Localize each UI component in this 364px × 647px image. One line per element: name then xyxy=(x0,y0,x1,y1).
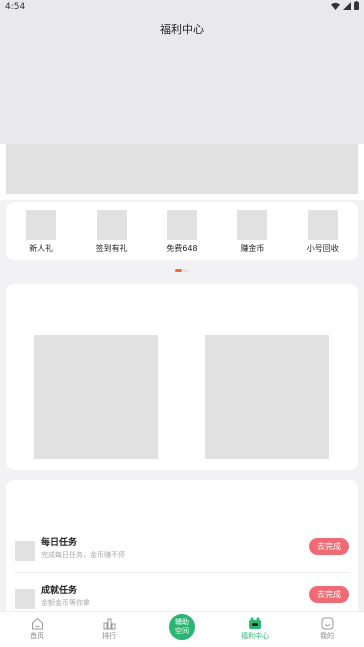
shortcut-earn-coins[interactable]: 赚金币 xyxy=(222,210,282,254)
shortcut-label: 新人礼 xyxy=(29,244,54,253)
task-complete-button[interactable]: 去完成 xyxy=(309,538,349,555)
shortcut-account-recycle[interactable]: 小号回收 xyxy=(293,210,353,254)
shortcut-newbie-gift[interactable]: 新人礼 xyxy=(11,210,71,254)
promo-image-right[interactable] xyxy=(205,335,329,459)
hero-banner-image[interactable] xyxy=(6,144,358,194)
wifi-icon xyxy=(331,2,340,10)
bar-chart-icon xyxy=(103,618,115,630)
tab-profile[interactable]: 我的 xyxy=(302,617,352,641)
shortcut-row: 新人礼 签到有礼 免费648 赚金币 小号回收 xyxy=(6,210,358,254)
task-complete-button[interactable]: 去完成 xyxy=(309,586,349,603)
task-thumbnail xyxy=(15,589,35,609)
shortcut-image xyxy=(307,210,338,240)
tab-welfare-center[interactable]: 福利中心 xyxy=(230,617,280,641)
tab-label: 福利中心 xyxy=(241,632,269,640)
tab-label: 我的 xyxy=(320,632,334,640)
promo-image-left[interactable] xyxy=(34,335,158,459)
signal-icon xyxy=(343,1,351,10)
task-title: 每日任务 xyxy=(41,538,78,548)
tab-ranking[interactable]: 排行 xyxy=(84,617,134,641)
promo-card xyxy=(6,284,358,470)
status-time: 4:54 xyxy=(5,2,26,12)
task-thumbnail xyxy=(15,541,35,561)
status-icons xyxy=(331,1,359,10)
shortcut-label: 签到有礼 xyxy=(95,244,128,253)
task-card: 每日任务 完成每日任务，金币赚不停 去完成 成就任务 金额金币等你拿 去完成 xyxy=(6,480,358,620)
shortcut-label: 小号回收 xyxy=(306,244,339,253)
divider xyxy=(15,572,349,573)
task-subtitle: 金额金币等你拿 xyxy=(41,599,90,607)
shortcut-image xyxy=(166,210,197,240)
shortcut-sign-in-gift[interactable]: 签到有礼 xyxy=(82,210,142,254)
task-title: 成就任务 xyxy=(41,586,78,596)
task-subtitle: 完成每日任务，金币赚不停 xyxy=(41,551,125,559)
page-title: 福利中心 xyxy=(160,23,204,36)
shortcut-free-648[interactable]: 免费648 xyxy=(152,210,212,254)
shortcut-image xyxy=(237,210,268,240)
shortcut-label: 赚金币 xyxy=(240,244,265,253)
page-indicator xyxy=(175,269,189,272)
shortcut-image xyxy=(26,210,57,240)
assist-space-label: 辅助空间 xyxy=(175,618,189,635)
task-row-daily: 每日任务 完成每日任务，金币赚不停 去完成 xyxy=(15,535,349,575)
tab-home[interactable]: 首页 xyxy=(12,617,62,641)
page-dot xyxy=(183,269,189,272)
gift-tv-icon xyxy=(249,617,261,629)
tab-label: 排行 xyxy=(102,632,116,640)
status-bar: 4:54 xyxy=(0,0,364,14)
page-dot-active xyxy=(175,269,182,272)
tab-label: 首页 xyxy=(30,632,44,640)
profile-face-icon xyxy=(321,617,333,630)
shortcut-card: 新人礼 签到有礼 免费648 赚金币 小号回收 xyxy=(6,202,358,260)
home-icon xyxy=(31,617,43,630)
battery-icon xyxy=(354,1,359,10)
shortcut-label: 免费648 xyxy=(166,244,198,253)
assist-space-button[interactable]: 辅助空间 xyxy=(167,612,197,642)
shortcut-image xyxy=(96,210,127,240)
